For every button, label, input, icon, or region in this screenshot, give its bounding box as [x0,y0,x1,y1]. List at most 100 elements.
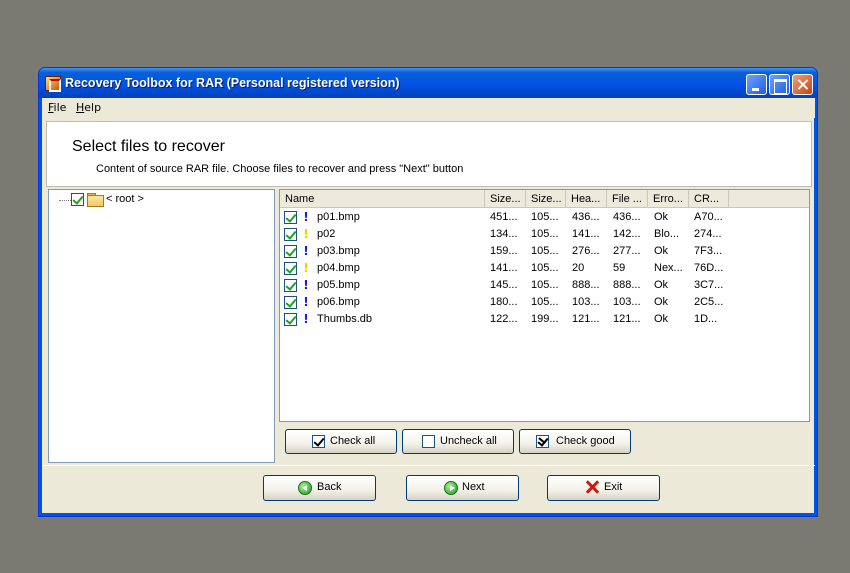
column-header-file[interactable]: File ... [607,190,648,208]
table-row[interactable]: ! p06.bmp 180... 105... 103... 103... Ok 2C5... [280,294,809,311]
app-window: Recovery Toolbox for RAR (Personal regis… [38,67,818,517]
row-checkbox[interactable] [284,245,297,258]
table-row[interactable]: ! Thumbs.db 122... 199... 121... 121... Ok 1D..… [280,311,809,328]
cell-header: 141... [572,228,600,240]
back-label: Back [317,481,342,493]
menu-file[interactable]: File [48,101,66,114]
cell-error: Ok [654,211,669,223]
cell-size-packed: 105... [531,245,559,257]
cell-size-packed: 105... [531,262,559,274]
cell-crc: A70... [694,211,723,223]
column-header-name[interactable]: Name [280,190,485,208]
cell-header: 276... [572,245,600,257]
cell-file: 142... [613,228,641,240]
cell-file: 121... [613,313,641,325]
column-header-size[interactable]: Size... [485,190,526,208]
tree-root-checkbox[interactable] [71,193,84,206]
header-panel: Select files to recover Content of sourc… [46,121,812,187]
table-row[interactable]: ! p01.bmp 451... 105... 436... 436... Ok A70... [280,209,809,226]
info-icon: ! [303,278,309,292]
row-checkbox[interactable] [284,228,297,241]
cell-file: 436... [613,211,641,223]
cell-size-packed: 105... [531,228,559,240]
list-header: Name Size... Size... Hea... File ... Err… [280,190,809,208]
check-all-button[interactable]: Check all [285,429,397,454]
cell-size: 145... [490,279,518,291]
cell-size: 122... [490,313,518,325]
info-icon: ! [303,244,309,258]
info-icon: ! [303,312,309,326]
title-bar[interactable]: Recovery Toolbox for RAR (Personal regis… [39,68,817,98]
cell-size-packed: 105... [531,279,559,291]
tree-root-label[interactable]: < root > [106,193,144,205]
row-checkbox[interactable] [284,262,297,275]
page-subtitle: Content of source RAR file. Choose files… [96,163,464,175]
back-button[interactable]: Back [263,475,376,501]
cell-header: 103... [572,296,600,308]
cell-crc: 1D... [694,313,718,325]
checkbox-good-icon [536,435,549,448]
uncheck-all-label: Uncheck all [440,435,497,447]
folder-tree[interactable]: < root > [48,189,275,463]
row-checkbox[interactable] [284,313,297,326]
check-good-label: Check good [556,435,615,447]
cell-file: 277... [613,245,641,257]
cell-file: 888... [613,279,641,291]
cell-header: 436... [572,211,600,223]
cell-file: 59 [613,262,626,274]
window-title: Recovery Toolbox for RAR (Personal regis… [65,76,400,90]
cell-error: Ok [654,313,669,325]
cell-header: 121... [572,313,600,325]
cell-header: 888... [572,279,600,291]
table-row[interactable]: ! p04.bmp 141... 105... 20 59 Nex... 76D... [280,260,809,277]
table-row[interactable]: ! p05.bmp 145... 105... 888... 888... Ok 3C7... [280,277,809,294]
info-icon: ! [303,295,309,309]
minimize-button[interactable] [746,74,767,95]
column-header-size-packed[interactable]: Size... [526,190,566,208]
column-header-error[interactable]: Erro... [648,190,689,208]
exit-button[interactable]: Exit [547,475,660,501]
close-button[interactable] [792,74,813,95]
cell-error: Ok [654,245,669,257]
cell-size: 180... [490,296,518,308]
table-row[interactable]: ! p02 134... 105... 141... 142... Blo... 274... [280,226,809,243]
cell-name: p02 [317,228,336,240]
cell-size-packed: 105... [531,296,559,308]
column-header-header[interactable]: Hea... [566,190,607,208]
next-arrow-icon [444,481,458,495]
cell-name: p05.bmp [317,279,360,291]
cell-size: 451... [490,211,518,223]
exit-x-icon [584,479,600,495]
check-good-button[interactable]: Check good [519,429,631,454]
menu-help[interactable]: Help [76,101,101,114]
row-checkbox[interactable] [284,279,297,292]
cell-crc: 76D... [694,262,724,274]
checkbox-checked-icon [312,435,325,448]
app-icon[interactable] [45,76,61,92]
cell-name: p06.bmp [317,296,360,308]
cell-name: p04.bmp [317,262,360,274]
warning-icon: ! [303,227,309,241]
uncheck-all-button[interactable]: Uncheck all [402,429,514,454]
cell-error: Ok [654,296,669,308]
cell-size-packed: 199... [531,313,559,325]
cell-crc: 7F3... [694,245,723,257]
exit-label: Exit [604,481,623,493]
next-label: Next [462,481,485,493]
cell-size: 159... [490,245,518,257]
column-header-crc[interactable]: CR... [689,190,729,208]
cell-error: Ok [654,279,669,291]
row-checkbox[interactable] [284,211,297,224]
cell-size-packed: 105... [531,211,559,223]
maximize-button[interactable] [769,74,790,95]
folder-icon [87,193,104,207]
cell-crc: 2C5... [694,296,724,308]
table-row[interactable]: ! p03.bmp 159... 105... 276... 277... Ok 7F3... [280,243,809,260]
row-checkbox[interactable] [284,296,297,309]
cell-name: Thumbs.db [317,313,373,325]
next-button[interactable]: Next [406,475,519,501]
file-list[interactable]: Name Size... Size... Hea... File ... Err… [279,189,810,422]
cell-error: Blo... [654,228,680,240]
cell-header: 20 [572,262,585,274]
page-title: Select files to recover [72,138,225,155]
